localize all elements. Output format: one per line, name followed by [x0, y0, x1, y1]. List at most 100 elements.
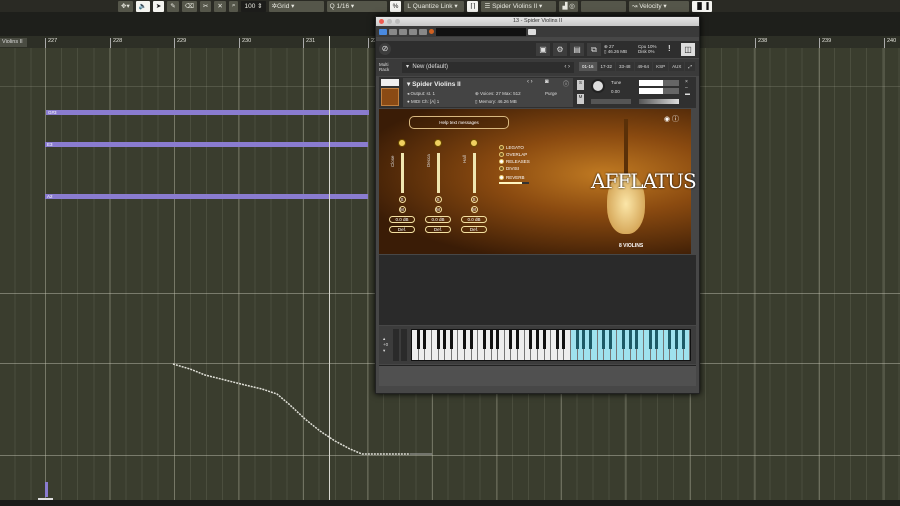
- quantize-link-select[interactable]: L Quantize Link ▾: [404, 0, 465, 12]
- solo-button[interactable]: S: [577, 80, 584, 90]
- record-icon[interactable]: [429, 29, 434, 34]
- rack-page-tab[interactable]: 33-48: [616, 62, 634, 71]
- playhead[interactable]: [329, 36, 330, 500]
- midi-channel-select[interactable]: [A] 1: [430, 99, 439, 104]
- piano-black-key[interactable]: [482, 330, 486, 349]
- piano-black-key[interactable]: [509, 330, 513, 349]
- velocity-icon[interactable]: ▟ ◎: [559, 0, 578, 12]
- edit-icon[interactable]: ⌈⌉: [467, 0, 479, 12]
- piano-white-key[interactable]: [432, 330, 440, 360]
- compare-icon[interactable]: [389, 28, 397, 35]
- warning-icon[interactable]: !: [668, 44, 671, 53]
- keyboard-icon[interactable]: ▐▌▐: [691, 0, 712, 12]
- quantize-select[interactable]: Q 1/16 ▾: [326, 0, 387, 12]
- percent-icon[interactable]: %: [389, 0, 402, 12]
- piano-black-key[interactable]: [628, 330, 632, 349]
- piano-black-key[interactable]: [436, 330, 440, 349]
- articulation-divisi[interactable]: DIVISI: [499, 166, 530, 171]
- piano-black-key[interactable]: [423, 330, 427, 349]
- piano-black-key[interactable]: [602, 330, 606, 349]
- piano-black-key[interactable]: [449, 330, 453, 349]
- lane-select[interactable]: ↝ Velocity ▾: [628, 0, 689, 12]
- piano-white-key[interactable]: [505, 330, 513, 360]
- mute-button[interactable]: M: [470, 206, 478, 213]
- piano-black-key[interactable]: [622, 330, 625, 349]
- zoom-tool-icon[interactable]: ⌕: [228, 0, 239, 12]
- window-icon[interactable]: ⧉: [587, 43, 601, 56]
- articulation-overlap[interactable]: OVERLAP: [499, 152, 530, 157]
- piano-white-key[interactable]: [412, 330, 420, 360]
- piano-black-key[interactable]: [542, 330, 546, 349]
- piano-black-key[interactable]: [463, 330, 466, 349]
- piano-black-key[interactable]: [535, 330, 539, 349]
- piano-black-key[interactable]: [489, 330, 493, 349]
- layout-icon[interactable]: ▤: [570, 43, 584, 56]
- piano-white-key[interactable]: [597, 330, 606, 360]
- channel-fader[interactable]: [472, 153, 476, 193]
- preset-field[interactable]: [436, 27, 526, 36]
- solo-button[interactable]: S: [470, 196, 478, 203]
- snapshot-camera-icon[interactable]: ◙: [545, 79, 549, 85]
- scissors-tool-icon[interactable]: ✂: [199, 0, 212, 12]
- save-icon[interactable]: ▣: [536, 43, 550, 56]
- piano-black-key[interactable]: [562, 330, 566, 349]
- channel-level[interactable]: 0.0 dB: [389, 216, 415, 223]
- piano-black-key[interactable]: [675, 330, 678, 349]
- eraser-tool-icon[interactable]: ⌫: [181, 0, 197, 12]
- piano-black-key[interactable]: [555, 330, 559, 349]
- pencil-tool-icon[interactable]: ✎: [167, 0, 179, 12]
- reverb-slider[interactable]: [499, 182, 529, 184]
- reverb-toggle[interactable]: REVERB: [499, 175, 530, 180]
- plugin-title-bar[interactable]: 13 - Spider Violins II: [376, 17, 699, 26]
- piano-keyboard[interactable]: [411, 329, 691, 361]
- channel-level[interactable]: 0.0 dB: [425, 216, 451, 223]
- volume-slider[interactable]: [639, 99, 679, 104]
- info-icon[interactable]: ⓘ: [563, 79, 569, 88]
- rack-page-tab[interactable]: 01-16: [579, 62, 597, 71]
- output-select[interactable]: st. 1: [427, 91, 436, 96]
- max-voices-value[interactable]: 512: [513, 91, 521, 96]
- piano-black-key[interactable]: [648, 330, 652, 349]
- piano-black-key[interactable]: [496, 330, 500, 349]
- instrument-nav-arrows[interactable]: ‹ ›: [527, 79, 533, 85]
- piano-black-key[interactable]: [416, 330, 420, 349]
- channel-fader[interactable]: [436, 153, 440, 193]
- instrument-select[interactable]: ☰ Spider Violins II ▾: [481, 0, 557, 12]
- zoom-value[interactable]: 100 ⇕: [241, 0, 266, 12]
- kontakt-logo-icon[interactable]: ⊘: [379, 43, 391, 55]
- articulation-releases[interactable]: RELEASES: [499, 159, 530, 164]
- gear-icon[interactable]: ⚙: [553, 43, 567, 56]
- articulation-legato[interactable]: LEGATO: [499, 145, 530, 150]
- instrument-close-icons[interactable]: × – ▬: [685, 79, 690, 97]
- mute-button[interactable]: M: [577, 94, 584, 104]
- mute-button[interactable]: M: [434, 206, 442, 213]
- rack-page-tab[interactable]: AUX: [669, 62, 685, 71]
- expand-icon[interactable]: ⤢: [685, 62, 695, 71]
- midi-icon[interactable]: [409, 28, 417, 35]
- piano-black-key[interactable]: [588, 330, 592, 349]
- channel-preset[interactable]: Def.: [461, 226, 487, 233]
- piano-black-key[interactable]: [668, 330, 672, 349]
- camera-icon[interactable]: [528, 28, 536, 35]
- mute-tool-icon[interactable]: ✕: [214, 0, 226, 12]
- piano-white-key[interactable]: [643, 330, 652, 360]
- channel-fader[interactable]: [400, 153, 404, 193]
- rack-page-tab[interactable]: 17-32: [597, 62, 616, 71]
- minimize-window-button[interactable]: [387, 19, 392, 24]
- pan-slider[interactable]: [591, 99, 631, 104]
- power-icon[interactable]: [379, 28, 387, 35]
- lane-icons[interactable]: [580, 0, 626, 12]
- preset-icon[interactable]: [399, 28, 407, 35]
- piano-white-key[interactable]: [663, 330, 672, 360]
- rack-view-icon[interactable]: ◫: [681, 43, 695, 56]
- instrument-name[interactable]: Spider Violins II: [412, 81, 461, 88]
- rack-page-tab[interactable]: KSP: [653, 62, 669, 71]
- channel-level[interactable]: 0.0 dB: [461, 216, 487, 223]
- channel-preset[interactable]: Def.: [389, 226, 415, 233]
- piano-black-key[interactable]: [516, 330, 519, 349]
- piano-black-key[interactable]: [582, 330, 586, 349]
- piano-black-key[interactable]: [608, 330, 612, 349]
- sidechain-icon[interactable]: [419, 28, 427, 35]
- piano-white-key[interactable]: [551, 330, 559, 360]
- solo-button[interactable]: S: [398, 196, 406, 203]
